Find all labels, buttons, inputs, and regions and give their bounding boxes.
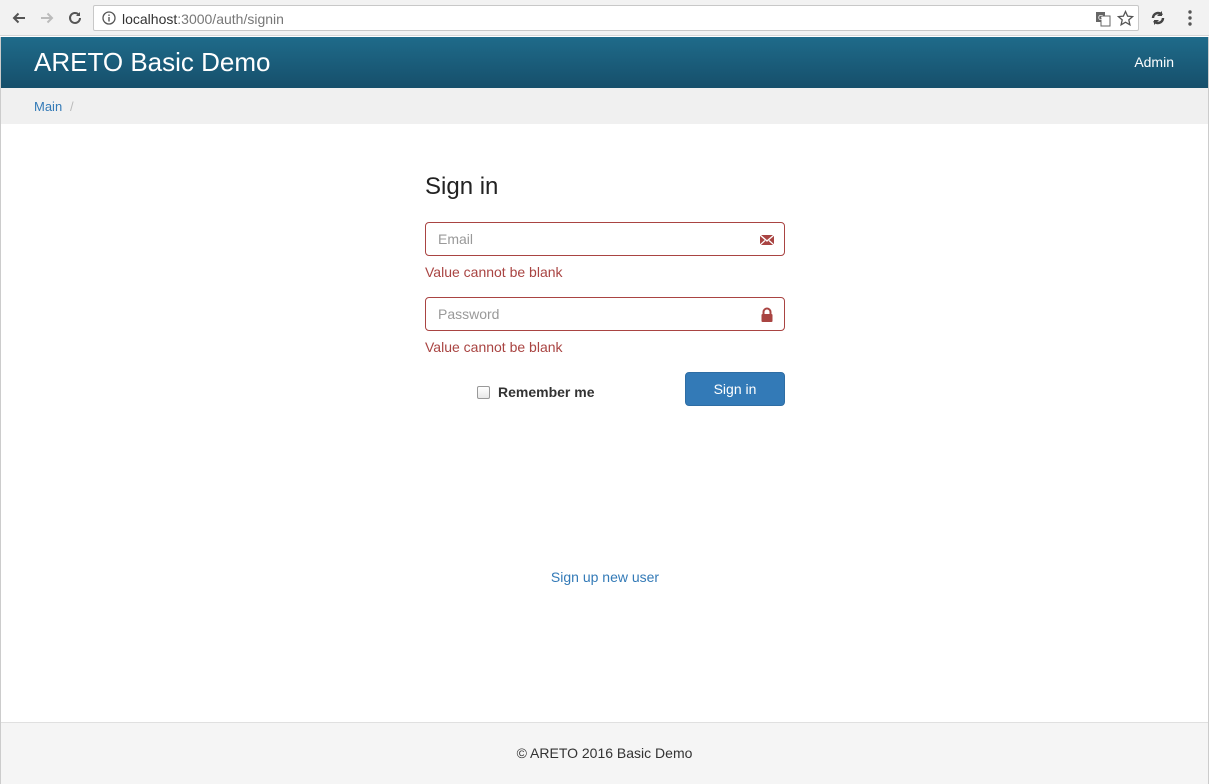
envelope-icon <box>759 234 775 246</box>
url-text: localhost:3000/auth/signin <box>122 11 284 27</box>
back-arrow-icon <box>12 12 25 24</box>
checkbox-box[interactable] <box>477 385 490 399</box>
password-error-message: Value cannot be blank <box>425 339 563 355</box>
browser-menu-button[interactable] <box>1180 8 1200 28</box>
navbar-brand[interactable]: ARETO Basic Demo <box>34 47 270 77</box>
sync-extension-icon <box>1151 11 1165 25</box>
nav-admin-link[interactable]: Admin <box>1134 54 1174 70</box>
back-button[interactable] <box>9 8 29 28</box>
signin-form: Sign in Value cannot be blank Value cann… <box>425 173 785 585</box>
reload-button[interactable] <box>65 8 85 28</box>
top-navbar: ARETO Basic Demo Admin <box>1 37 1208 88</box>
svg-text:G: G <box>1098 14 1103 22</box>
extension-button[interactable] <box>1148 8 1168 28</box>
page-viewport: ARETO Basic Demo Admin Main / Sign in Va… <box>0 37 1209 784</box>
remember-me-label: Remember me <box>498 384 595 400</box>
breadcrumb-separator: / <box>70 99 74 114</box>
email-error-message: Value cannot be blank <box>425 264 563 280</box>
forward-button[interactable] <box>37 8 57 28</box>
page-footer: © ARETO 2016 Basic Demo <box>1 722 1208 784</box>
address-bar[interactable]: localhost:3000/auth/signin G <box>93 5 1139 31</box>
email-field-wrapper <box>425 222 785 256</box>
breadcrumb: Main / <box>1 88 1208 124</box>
password-input[interactable] <box>426 298 784 330</box>
url-host: localhost <box>122 11 178 27</box>
password-field-wrapper <box>425 297 785 331</box>
browser-toolbar: localhost:3000/auth/signin G <box>0 0 1209 36</box>
url-path: :3000/auth/signin <box>177 11 284 27</box>
translate-icon[interactable]: G <box>1095 11 1111 27</box>
footer-copyright: © ARETO 2016 Basic Demo <box>516 745 693 761</box>
form-actions: Remember me Sign in <box>425 372 785 406</box>
form-title: Sign in <box>425 173 499 200</box>
info-icon[interactable] <box>102 11 116 25</box>
forward-arrow-icon <box>41 12 54 24</box>
sign-up-link[interactable]: Sign up new user <box>425 569 785 585</box>
reload-icon <box>69 11 81 24</box>
remember-me-checkbox[interactable]: Remember me <box>477 384 595 400</box>
bookmark-star-icon[interactable] <box>1117 10 1134 27</box>
kebab-menu-icon <box>1188 10 1192 26</box>
sign-in-button[interactable]: Sign in <box>685 372 785 406</box>
lock-icon <box>761 307 773 322</box>
breadcrumb-main-link[interactable]: Main <box>34 99 62 114</box>
email-input[interactable] <box>426 223 784 255</box>
